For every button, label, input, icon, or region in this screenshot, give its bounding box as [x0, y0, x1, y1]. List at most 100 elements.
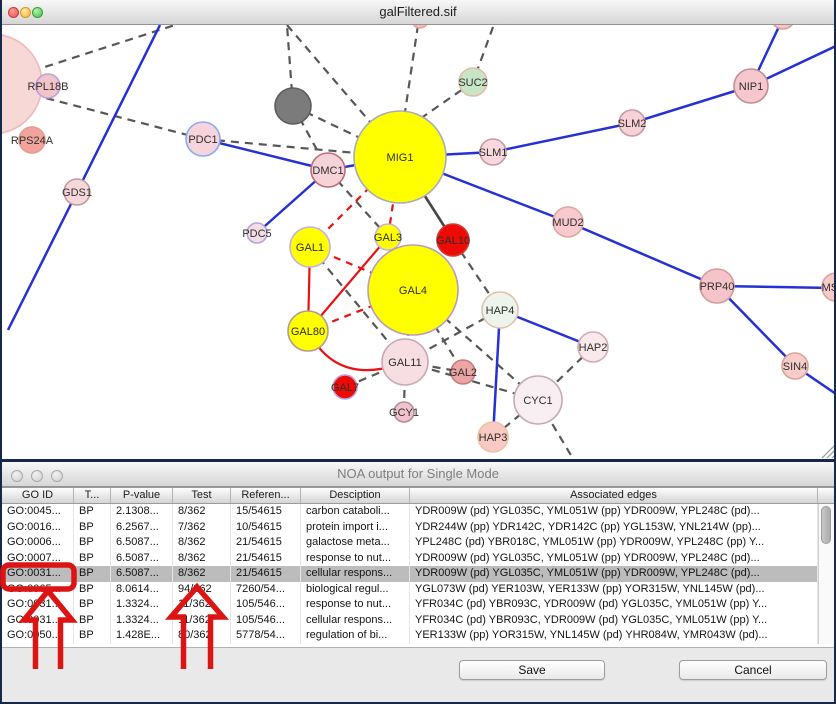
node-label-PDC1: PDC1: [188, 134, 217, 146]
table-cell: BP: [74, 504, 111, 520]
table-row[interactable]: GO:0031...BP1.3324...11/362105/546...res…: [2, 597, 818, 613]
node-label-HAP3: HAP3: [479, 432, 508, 444]
table-cell: 1.428E...: [111, 628, 173, 644]
table-cell: YDR009W (pd) YGL035C, YML051W (pp) YDR00…: [410, 566, 818, 582]
column-header[interactable]: T...: [74, 488, 111, 503]
screenshot-root: galFiltered.sif RPL18BRPS24AGDS1PDC1DMC1…: [0, 0, 836, 704]
noa-output-window: NOA output for Single Mode GO IDT...P-va…: [2, 462, 834, 702]
zoom-button-icon-inactive[interactable]: [51, 470, 63, 482]
table-cell: YFR034C (pd) YBR093C, YDR009W (pd) YGL03…: [410, 597, 818, 613]
node-label-MUD2: MUD2: [552, 217, 583, 229]
table-cell: 6.5087...: [111, 535, 173, 551]
table-cell: 6.5087...: [111, 566, 173, 582]
scrollbar-thumb[interactable]: [821, 506, 831, 544]
table-cell: 8/362: [173, 551, 231, 567]
table-cell: BP: [74, 597, 111, 613]
table-row[interactable]: GO:0045...BP2.1308...8/36215/54615carbon…: [2, 504, 818, 520]
column-header[interactable]: Test: [173, 488, 231, 503]
column-header[interactable]: Desciption: [301, 488, 410, 503]
table-cell: GO:0031...: [2, 597, 74, 613]
network-node-gray-node[interactable]: [275, 88, 311, 124]
table-cell: YDR009W (pd) YGL035C, YML051W (pp) YDR00…: [410, 504, 818, 520]
table-row[interactable]: GO:0031...BP1.3324...11/362105/546...cel…: [2, 613, 818, 629]
table-row[interactable]: GO:0007...BP6.5087...8/36221/54615respon…: [2, 551, 818, 567]
table-cell: 21/54615: [231, 566, 301, 582]
table-cell: BP: [74, 520, 111, 536]
node-label-GCY1: GCY1: [389, 407, 419, 419]
table-row[interactable]: GO:0016...BP6.2567...7/36210/54615protei…: [2, 520, 818, 536]
node-label-GAL3: GAL3: [374, 232, 402, 244]
node-label-GAL4: GAL4: [399, 285, 427, 297]
table-row[interactable]: GO:0065...BP8.0614...94/3627260/54...bio…: [2, 582, 818, 598]
table-cell: 8/362: [173, 535, 231, 551]
table-cell: cellular respons...: [301, 613, 410, 629]
table-cell: YDR244W (pp) YDR142C, YDR142C (pp) YGL15…: [410, 520, 818, 536]
table-cell: GO:0006...: [2, 535, 74, 551]
column-header[interactable]: P-value: [111, 488, 173, 503]
node-label-SLM2: SLM2: [618, 118, 647, 130]
table-cell: cellular respons...: [301, 566, 410, 582]
noa-titlebar[interactable]: NOA output for Single Mode: [2, 462, 834, 487]
table-cell: protein import i...: [301, 520, 410, 536]
node-label-MIG1: MIG1: [387, 152, 414, 164]
table-cell: 6.5087...: [111, 551, 173, 567]
node-label-HAP4: HAP4: [486, 305, 515, 317]
noa-window-title: NOA output for Single Mode: [2, 462, 834, 486]
table-cell: GO:0007...: [2, 551, 74, 567]
network-titlebar[interactable]: galFiltered.sif: [2, 0, 834, 25]
node-label-RPL18B: RPL18B: [28, 81, 69, 93]
table-row[interactable]: GO:0050...BP1.428E...80/3625778/54...reg…: [2, 628, 818, 644]
table-header: GO IDT...P-valueTestReferen...Desciption…: [2, 487, 834, 504]
close-button-icon-inactive[interactable]: [11, 470, 23, 482]
close-button-icon[interactable]: [8, 7, 19, 18]
table-cell: BP: [74, 535, 111, 551]
table-cell: GO:0031...: [2, 613, 74, 629]
table-cell: YFR034C (pd) YBR093C, YDR009W (pd) YGL03…: [410, 613, 818, 629]
table-cell: 8.0614...: [111, 582, 173, 598]
table-cell: 2.1308...: [111, 504, 173, 520]
table-cell: 80/362: [173, 628, 231, 644]
table-cell: BP: [74, 566, 111, 582]
zoom-button-icon[interactable]: [32, 7, 43, 18]
table-cell: 94/362: [173, 582, 231, 598]
table-cell: 21/54615: [231, 551, 301, 567]
table-cell: YER133W (pp) YOR315W, YNL145W (pd) YHR08…: [410, 628, 818, 644]
node-label-GAL2: GAL2: [449, 367, 477, 379]
table-body: GO:0045...BP2.1308...8/36215/54615carbon…: [2, 504, 818, 644]
save-button[interactable]: Save: [459, 660, 605, 680]
node-label-NIP1: NIP1: [739, 81, 763, 93]
table-cell: GO:0031...: [2, 566, 74, 582]
table-cell: BP: [74, 582, 111, 598]
minimize-button-icon[interactable]: [20, 7, 31, 18]
minimize-button-icon-inactive[interactable]: [31, 470, 43, 482]
table-cell: biological regul...: [301, 582, 410, 598]
network-canvas[interactable]: RPL18BRPS24AGDS1PDC1DMC1MIG1PDC5GAL1GAL3…: [2, 25, 834, 459]
table-row[interactable]: GO:0006...BP6.5087...8/36221/54615galact…: [2, 535, 818, 551]
node-label-MSL1: MSL1: [822, 282, 834, 294]
column-header[interactable]: GO ID: [2, 488, 74, 503]
table-cell: 7260/54...: [231, 582, 301, 598]
vertical-scrollbar[interactable]: [818, 504, 834, 644]
network-window: galFiltered.sif RPL18BRPS24AGDS1PDC1DMC1…: [2, 0, 834, 459]
node-label-GAL80: GAL80: [291, 326, 325, 338]
table-cell: 8/362: [173, 566, 231, 582]
table-cell: 1.3324...: [111, 597, 173, 613]
table-cell: 11/362: [173, 597, 231, 613]
table-cell: GO:0050...: [2, 628, 74, 644]
cancel-button[interactable]: Cancel: [679, 660, 827, 680]
table-row[interactable]: GO:0031...BP6.5087...8/36221/54615cellul…: [2, 566, 818, 582]
table-cell: GO:0045...: [2, 504, 74, 520]
table-cell: carbon cataboli...: [301, 504, 410, 520]
table-cell: GO:0016...: [2, 520, 74, 536]
table-cell: 10/54615: [231, 520, 301, 536]
column-header[interactable]: Associated edges: [410, 488, 818, 503]
table-cell: YPL248C (pd) YBR018C, YML051W (pp) YDR00…: [410, 535, 818, 551]
node-label-GAL11: GAL11: [388, 357, 421, 369]
table-cell: 6.2567...: [111, 520, 173, 536]
node-label-DMC1: DMC1: [312, 165, 343, 177]
table-cell: GO:0065...: [2, 582, 74, 598]
node-label-PDC5: PDC5: [242, 228, 271, 240]
node-label-RPS24A: RPS24A: [11, 135, 54, 147]
column-header[interactable]: Referen...: [231, 488, 301, 503]
table-cell: 21/54615: [231, 535, 301, 551]
